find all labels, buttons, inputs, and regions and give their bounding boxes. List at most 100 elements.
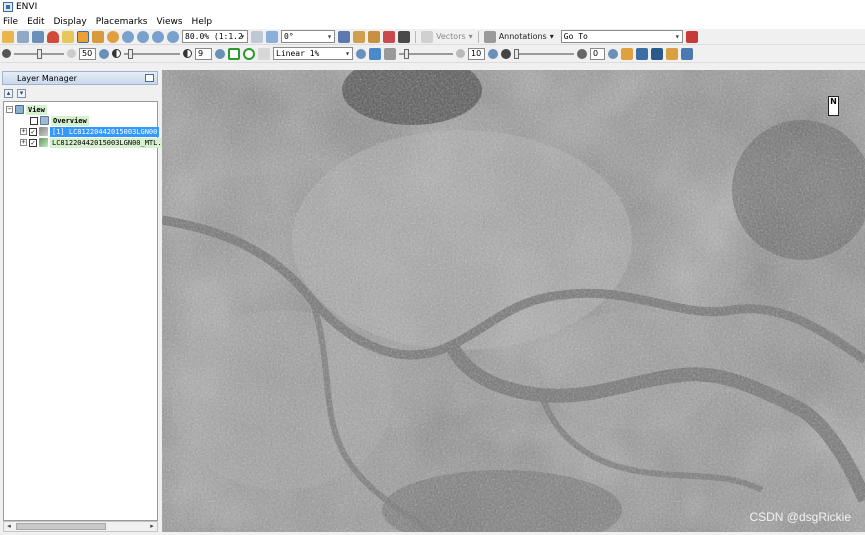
link-views-icon[interactable] xyxy=(681,47,693,60)
satellite-image xyxy=(162,70,865,532)
expand-toggle[interactable]: + xyxy=(20,128,27,135)
rotate-icon[interactable] xyxy=(107,30,119,43)
roi-ellipse-icon[interactable] xyxy=(243,47,255,60)
chip-view-icon[interactable] xyxy=(383,30,395,43)
brightness-icon xyxy=(2,49,11,58)
annotations-dropdown[interactable]: Annotations xyxy=(499,32,547,41)
vector-tool-icon[interactable] xyxy=(421,30,433,43)
display-toolbar: 50 9 Linear 1% 10 0 xyxy=(0,45,865,63)
main-toolbar: 80.0% (1:1.2 0° Vectors ▾ Annotations ▾ … xyxy=(0,29,865,45)
view-icon xyxy=(15,105,24,114)
brightness-reset-icon xyxy=(67,49,76,58)
window-title: ENVI xyxy=(16,2,38,12)
layer-manager-panel: Layer Manager ▴ ▾ − View Overview + ✓ [1… xyxy=(0,70,164,535)
menu-edit[interactable]: Edit xyxy=(27,17,44,27)
menu-help[interactable]: Help xyxy=(192,17,213,27)
scroll-left-icon[interactable]: ◂ xyxy=(4,522,14,531)
menu-bar: File Edit Display Placemarks Views Help xyxy=(0,14,865,29)
overview-icon xyxy=(40,116,49,125)
sharpen-icon xyxy=(384,47,396,60)
contrast-refresh-icon[interactable] xyxy=(215,48,225,59)
histogram-icon[interactable] xyxy=(258,47,270,60)
view-blend-icon[interactable] xyxy=(636,47,648,60)
north-arrow-icon: N xyxy=(828,96,839,116)
collapse-all-icon[interactable]: ▴ xyxy=(4,89,13,98)
menu-placemarks[interactable]: Placemarks xyxy=(96,17,148,27)
watermark-text: CSDN @dsgRickie xyxy=(749,510,851,524)
contrast-slider[interactable] xyxy=(124,48,180,60)
sharpen-slider[interactable] xyxy=(399,48,453,60)
sharpen-refresh-icon[interactable] xyxy=(488,48,498,59)
layer-mtl-checkbox[interactable]: ✓ xyxy=(29,138,37,147)
collapse-toggle[interactable]: − xyxy=(6,106,13,113)
annotations-chevron-icon[interactable]: ▾ xyxy=(550,32,554,41)
vectors-chevron-icon[interactable]: ▾ xyxy=(469,32,473,41)
contrast-value[interactable]: 9 xyxy=(195,47,212,60)
layer-tree-hscrollbar[interactable]: ◂ ▸ xyxy=(3,521,158,532)
menu-display[interactable]: Display xyxy=(54,17,87,27)
pin-panel-icon[interactable] xyxy=(145,74,154,82)
rotate-left-icon[interactable] xyxy=(251,30,263,43)
rotation-combo[interactable]: 0° xyxy=(281,30,335,43)
portal-icon[interactable] xyxy=(621,47,633,60)
data-manager-icon[interactable] xyxy=(17,30,29,43)
placemark-icon[interactable] xyxy=(47,30,59,43)
crosshairs-icon[interactable] xyxy=(338,30,350,43)
expand-all-icon[interactable]: ▾ xyxy=(17,89,26,98)
tree-label-overview: Overview xyxy=(51,115,89,126)
fly-icon[interactable] xyxy=(92,30,104,43)
layer-manager-icon[interactable] xyxy=(32,30,44,43)
image-view[interactable]: N CSDN @dsgRickie xyxy=(162,70,865,532)
profile-icon[interactable] xyxy=(368,30,380,43)
view-swipe-icon[interactable] xyxy=(666,47,678,60)
zoom-combo[interactable]: 80.0% (1:1.2 xyxy=(182,30,248,43)
goto-combo[interactable]: Go To xyxy=(560,30,683,43)
annotation-tool-icon[interactable] xyxy=(483,30,496,43)
transparency-refresh-icon[interactable] xyxy=(608,48,618,59)
transparency-value[interactable]: 0 xyxy=(590,47,605,60)
layer-manager-tools: ▴ ▾ xyxy=(0,87,160,100)
zoom-out-icon[interactable] xyxy=(152,30,164,43)
raster-layer-icon xyxy=(39,127,48,136)
raster-layer-icon xyxy=(39,138,48,147)
tree-row-view[interactable]: − View xyxy=(6,104,47,115)
tree-row-layer-mtl[interactable]: + ✓ LC81220442015003LGN00_MTL. xyxy=(20,137,164,148)
layer-1-checkbox[interactable]: ✓ xyxy=(29,127,37,136)
select-cursor-icon[interactable] xyxy=(62,30,74,43)
rotate-right-icon[interactable] xyxy=(266,30,278,43)
sharpen-value[interactable]: 10 xyxy=(468,47,485,60)
overview-checkbox[interactable] xyxy=(30,116,38,125)
tree-row-layer-1[interactable]: + ✓ [1] LC81220442015003LGN00 xyxy=(20,126,160,137)
expand-toggle[interactable]: + xyxy=(20,139,27,146)
toolbar-separator xyxy=(477,30,479,43)
transparency-max-icon xyxy=(577,48,587,59)
menu-file[interactable]: File xyxy=(3,17,18,27)
brightness-refresh-icon[interactable] xyxy=(99,48,109,59)
goto-button-icon[interactable] xyxy=(685,30,698,43)
stretch-refresh-icon[interactable] xyxy=(356,48,366,59)
cursor-value-icon[interactable] xyxy=(353,30,365,43)
contrast-icon xyxy=(112,49,121,58)
brightness-slider[interactable] xyxy=(14,48,64,60)
tree-row-overview[interactable]: Overview xyxy=(30,115,89,126)
view-flicker-icon[interactable] xyxy=(651,47,663,60)
zoom-icon[interactable] xyxy=(122,30,134,43)
roi-rect-icon[interactable] xyxy=(228,47,240,60)
vectors-dropdown[interactable]: Vectors xyxy=(436,32,466,41)
zoom-full-icon[interactable] xyxy=(167,30,179,43)
stretch-combo[interactable]: Linear 1% xyxy=(273,47,353,60)
transparency-slider[interactable] xyxy=(514,48,574,60)
title-bar: ENVI xyxy=(0,0,865,14)
scroll-thumb[interactable] xyxy=(16,523,106,530)
layer-manager-header: Layer Manager xyxy=(2,71,158,85)
workspace: Layer Manager ▴ ▾ − View Overview + ✓ [1… xyxy=(0,70,865,535)
pan-icon[interactable] xyxy=(77,30,89,43)
color-table-icon[interactable] xyxy=(369,47,381,60)
brightness-value[interactable]: 50 xyxy=(79,47,96,60)
menu-views[interactable]: Views xyxy=(157,17,183,27)
film-icon[interactable] xyxy=(398,30,410,43)
open-file-icon[interactable] xyxy=(2,30,14,43)
zoom-in-icon[interactable] xyxy=(137,30,149,43)
scroll-right-icon[interactable]: ▸ xyxy=(147,522,157,531)
transparency-icon xyxy=(501,48,511,59)
